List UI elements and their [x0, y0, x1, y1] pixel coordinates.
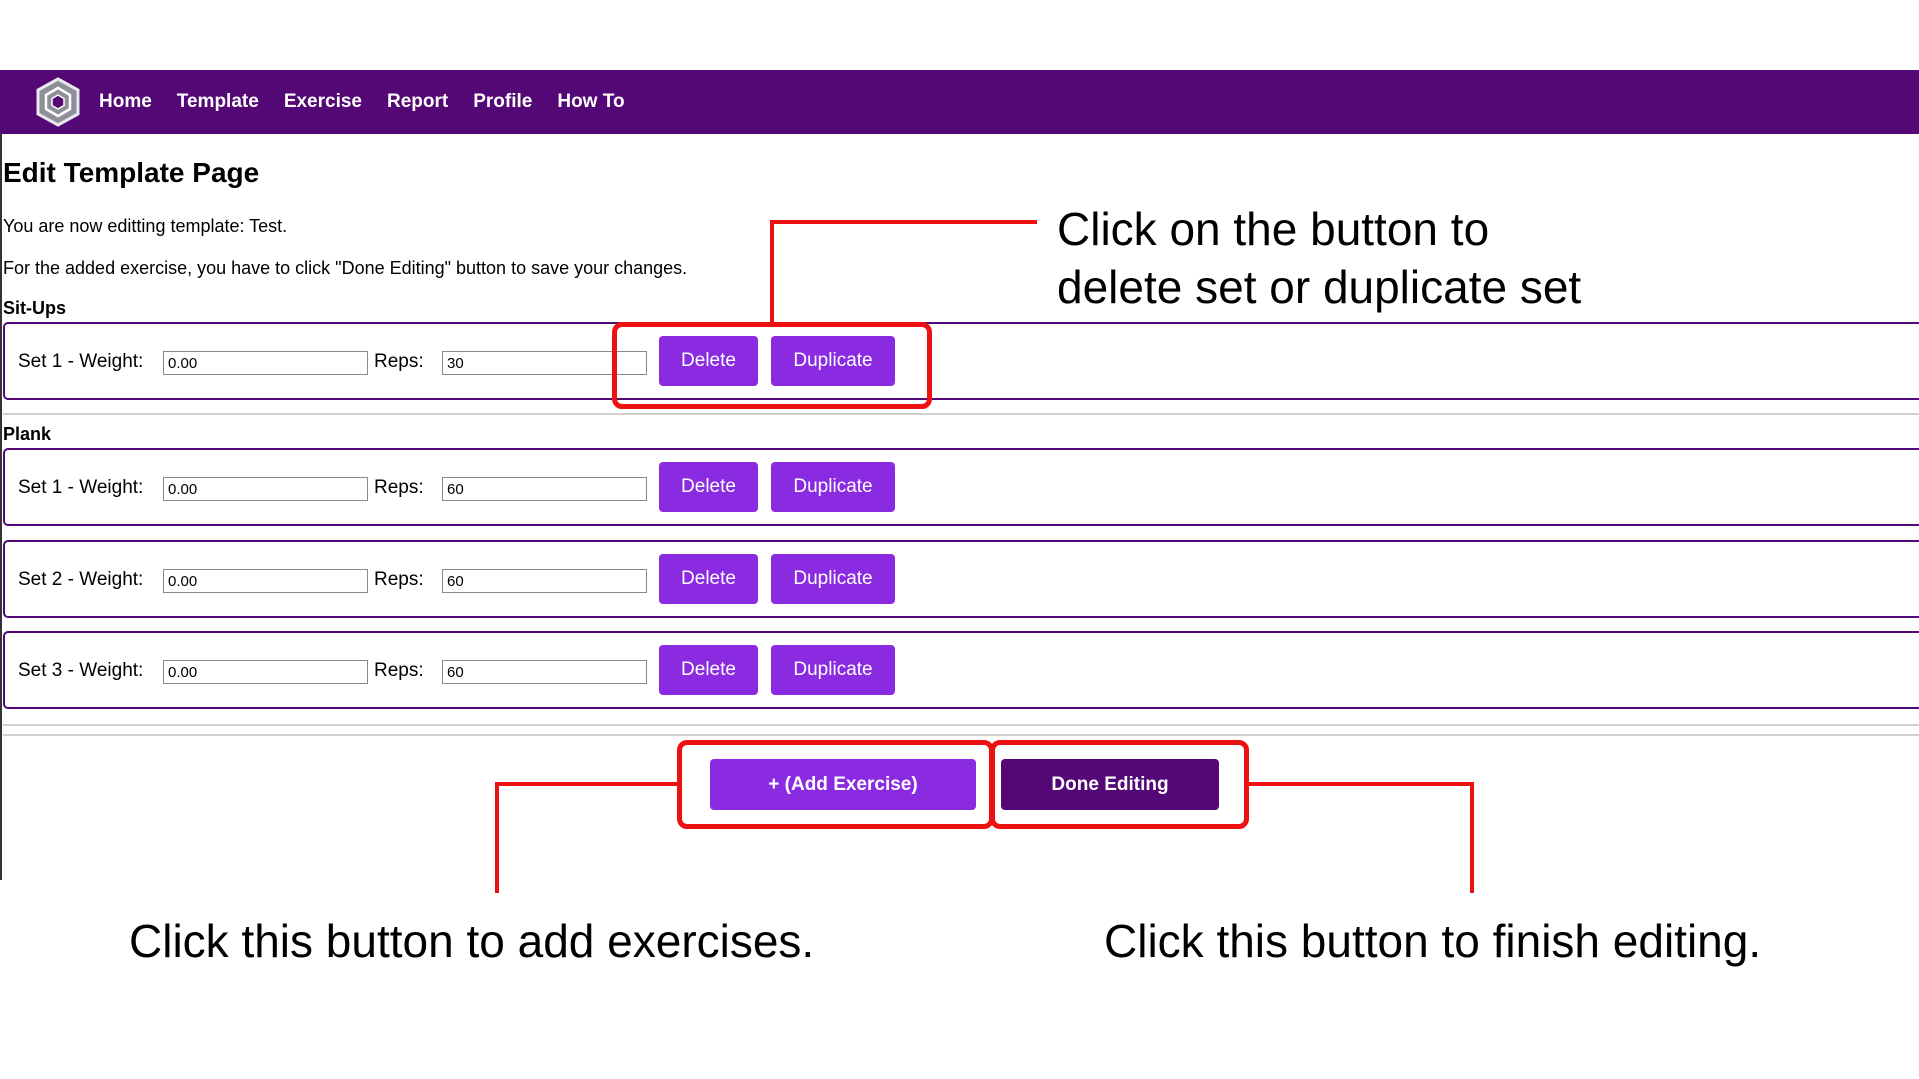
- callout-top-line1: Click on the button to: [1057, 203, 1490, 255]
- callout-top-line2: delete set or duplicate set: [1057, 261, 1582, 313]
- callout-finish-editing: Click this button to finish editing.: [1104, 915, 1762, 967]
- callout-add-exercises: Click this button to add exercises.: [129, 915, 815, 967]
